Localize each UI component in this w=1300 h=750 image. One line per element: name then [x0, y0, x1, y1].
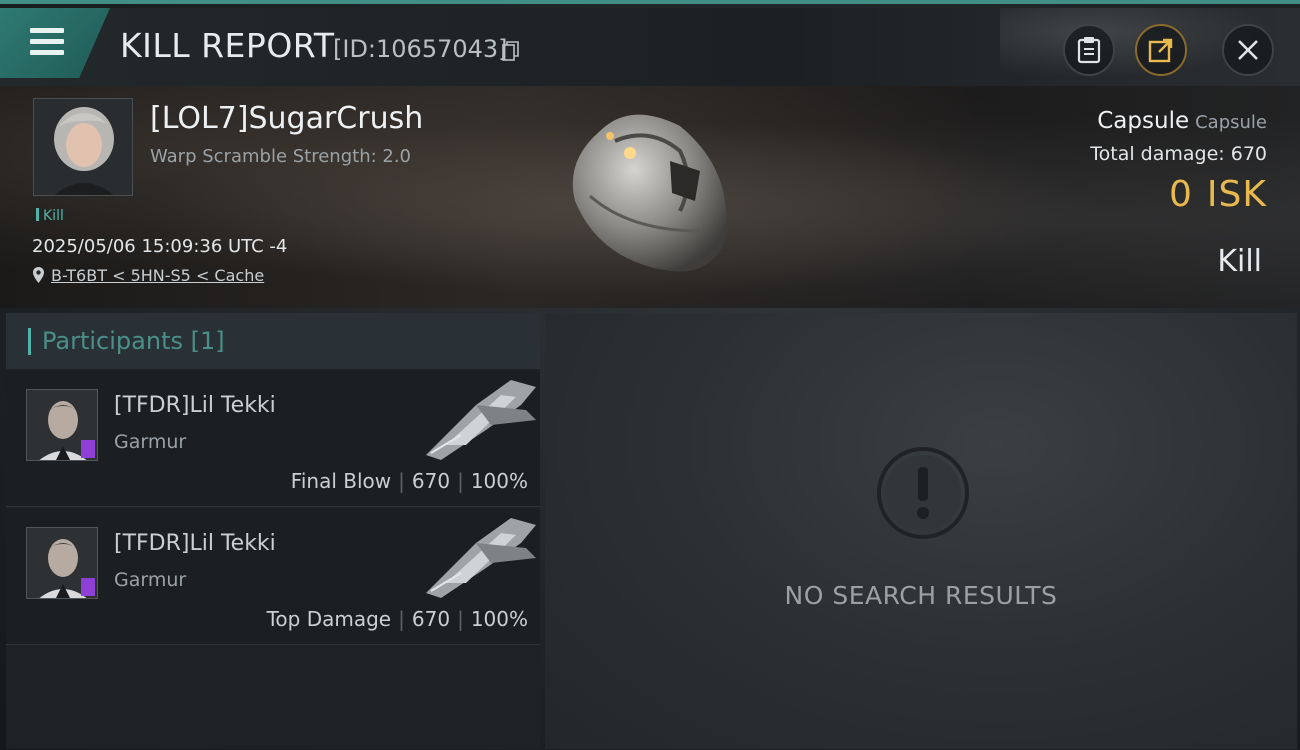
share-icon: [1148, 38, 1173, 63]
participant-damage: 670: [411, 607, 451, 631]
participant-avatar[interactable]: [26, 527, 98, 599]
participants-count: [1]: [190, 327, 225, 355]
participant-percent: 100%: [470, 607, 528, 631]
location-pin-icon: [33, 267, 44, 283]
ship-class: Capsule: [1195, 112, 1267, 133]
participant-percent: 100%: [470, 469, 528, 493]
participants-label: Participants: [42, 327, 183, 355]
menu-icon: [30, 28, 64, 33]
report-id: [ID:10657043]: [333, 35, 508, 63]
participant-stats: Top Damage | 670 | 100%: [266, 607, 528, 631]
location-text: B-T6BT < 5HN-S5 < Cache: [51, 266, 265, 285]
victim-banner: [LOL7]SugarCrush Warp Scramble Strength:…: [0, 86, 1300, 308]
detail-panel: NO SEARCH RESULTS: [545, 313, 1297, 749]
report-result: Kill: [1217, 244, 1262, 279]
isk-unit: ISK: [1206, 174, 1267, 215]
participant-avatar[interactable]: [26, 389, 98, 461]
participant-damage: 670: [411, 469, 451, 493]
participant-stats: Final Blow | 670 | 100%: [290, 469, 528, 493]
share-button[interactable]: [1135, 24, 1187, 76]
warp-scramble-strength: Warp Scramble Strength: 2.0: [150, 146, 412, 167]
capsule-ship-image: [572, 114, 727, 272]
total-damage: Total damage: 670: [1090, 143, 1267, 165]
participants-title: Participants [1]: [42, 327, 225, 355]
corp-badge: [81, 440, 95, 458]
participants-header: Participants [1]: [6, 313, 540, 369]
corp-badge: [81, 578, 95, 596]
clipboard-icon: [1077, 37, 1101, 64]
participant-label: Top Damage: [266, 607, 392, 631]
ship-name: Capsule: [1097, 108, 1190, 134]
victim-ship[interactable]: Capsule Capsule: [1097, 108, 1267, 134]
header-bar: KILL REPORT [ID:10657043]: [0, 8, 1300, 86]
victim-portrait[interactable]: [33, 98, 133, 196]
victim-name[interactable]: [LOL7]SugarCrush: [150, 101, 423, 136]
participant-ship: Garmur: [114, 569, 187, 591]
kill-report-window: KILL REPORT [ID:10657043] [LOL7]SugarCru…: [0, 0, 1300, 750]
close-button[interactable]: [1222, 24, 1274, 76]
participant-ship: Garmur: [114, 431, 187, 453]
participant-row[interactable]: [TFDR]Lil Tekki Garmur Final Blow | 670 | 10…: [6, 371, 540, 507]
participant-name[interactable]: [TFDR]Lil Tekki: [114, 393, 276, 418]
participant-name[interactable]: [TFDR]Lil Tekki: [114, 531, 276, 556]
participant-row[interactable]: [TFDR]Lil Tekki Garmur Top Damage | 670 | 10…: [6, 509, 540, 645]
clipboard-button[interactable]: [1063, 24, 1115, 76]
close-icon: [1238, 40, 1258, 60]
victim-avatar: [34, 99, 132, 195]
garmur-ship-image: [426, 380, 536, 460]
accent-bar: [28, 328, 31, 355]
menu-button[interactable]: [0, 8, 110, 78]
page-title: KILL REPORT: [120, 26, 335, 65]
kill-tag: Kill: [36, 208, 64, 224]
location-link[interactable]: B-T6BT < 5HN-S5 < Cache: [32, 266, 264, 285]
empty-state-text: NO SEARCH RESULTS: [784, 581, 1058, 610]
garmur-ship-image: [426, 518, 536, 598]
exclamation-icon: [877, 447, 969, 539]
copy-icon[interactable]: [502, 41, 519, 61]
participant-label: Final Blow: [290, 469, 392, 493]
kill-timestamp: 2025/05/06 15:09:36 UTC -4: [32, 236, 288, 257]
isk-amount: 0: [1169, 174, 1193, 215]
isk-value: 0 ISK: [1169, 174, 1267, 215]
participants-panel: Participants [1] [TFDR]Lil Tekki Garmur: [6, 313, 540, 749]
